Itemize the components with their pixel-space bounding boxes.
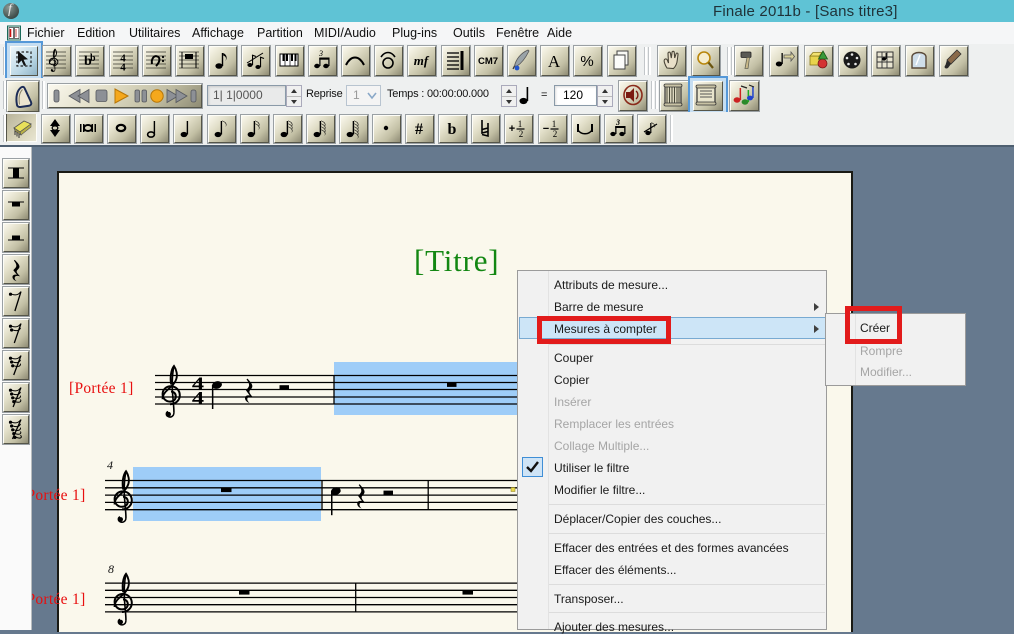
svg-text:CM7: CM7 <box>478 56 498 67</box>
svg-text:1: 1 <box>518 119 523 129</box>
svg-text:#: # <box>415 121 423 138</box>
svg-text:mf: mf <box>414 53 430 68</box>
svg-text:−: − <box>542 123 548 135</box>
svg-text:3: 3 <box>615 118 620 127</box>
svg-text:b: b <box>448 121 457 138</box>
svg-text:1: 1 <box>551 119 556 129</box>
svg-text:%: % <box>581 53 594 70</box>
svg-text:4: 4 <box>120 61 126 73</box>
svg-text:+: + <box>509 123 515 135</box>
svg-text:A: A <box>548 52 561 71</box>
svg-text:b: b <box>90 53 96 64</box>
svg-text:2: 2 <box>519 129 524 139</box>
svg-text:2: 2 <box>552 129 557 139</box>
svg-text:3: 3 <box>318 49 323 58</box>
